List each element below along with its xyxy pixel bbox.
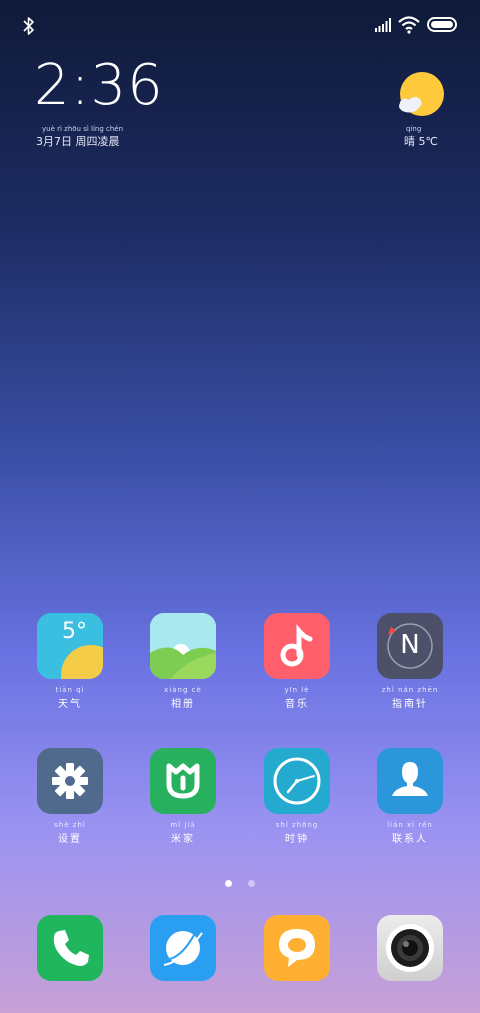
dock-browser[interactable] [137, 915, 229, 981]
weather-app-temp: 5° [62, 619, 87, 644]
app-mijia[interactable]: mǐ jiā 米家 [137, 748, 229, 845]
app-label: 时钟 [285, 834, 309, 845]
dock-messages[interactable] [251, 915, 343, 981]
clock-app-icon [264, 748, 330, 814]
date-pinyin: yuè rì zhōu sì líng chén [42, 125, 124, 133]
contacts-app-icon [377, 748, 443, 814]
app-label: 相册 [171, 699, 195, 710]
gallery-app-icon [150, 613, 216, 679]
settings-app-icon [37, 748, 103, 814]
app-settings[interactable]: shè zhì 设置 [24, 748, 116, 845]
clock-time[interactable]: 2:36 [34, 58, 164, 114]
app-clock[interactable]: shí zhōng 时钟 [251, 748, 343, 845]
app-label: 联系人 [392, 834, 428, 845]
app-gallery[interactable]: xiàng cè 相册 [137, 613, 229, 710]
app-pinyin: xiàng cè [164, 686, 202, 694]
browser-app-icon [150, 915, 216, 981]
sunny-weather-icon[interactable] [396, 70, 446, 120]
dock-camera[interactable] [364, 915, 456, 981]
phone-app-icon [37, 915, 103, 981]
app-pinyin: mǐ jiā [170, 821, 196, 829]
wifi-icon [398, 16, 420, 34]
page-dot-1[interactable] [225, 880, 233, 887]
compass-letter: N [400, 630, 420, 660]
camera-app-icon [377, 915, 443, 981]
mijia-app-icon [150, 748, 216, 814]
weather-condition: 晴 5℃ [404, 135, 438, 148]
weather-summary: qíng 晴 5℃ [404, 125, 438, 149]
messages-app-icon [264, 915, 330, 981]
app-pinyin: tiān qì [55, 686, 85, 694]
weather-app-icon: 5° [37, 613, 103, 679]
app-label: 音乐 [285, 699, 309, 710]
app-label: 米家 [171, 834, 195, 845]
weather-pinyin: qíng [406, 125, 422, 133]
music-app-icon [264, 613, 330, 679]
app-compass[interactable]: N zhǐ nán zhēn 指南针 [364, 613, 456, 710]
dock-phone[interactable] [24, 915, 116, 981]
app-pinyin: zhǐ nán zhēn [381, 686, 439, 694]
app-pinyin: shí zhōng [275, 821, 319, 829]
battery-icon [427, 17, 457, 32]
app-contacts[interactable]: lián xì rén 联系人 [364, 748, 456, 845]
app-label: 设置 [58, 834, 82, 845]
bluetooth-icon [23, 17, 34, 35]
date-text: 3月7日 周四凌晨 [36, 135, 120, 148]
page-dot-2[interactable] [247, 880, 255, 887]
app-pinyin: lián xì rén [387, 821, 433, 829]
app-label: 指南针 [392, 699, 428, 710]
app-pinyin: yīn lè [284, 686, 310, 694]
app-label: 天气 [58, 699, 82, 710]
app-pinyin: shè zhì [54, 821, 86, 829]
app-music[interactable]: yīn lè 音乐 [251, 613, 343, 710]
person-icon [392, 762, 428, 796]
status-bar [0, 0, 480, 50]
compass-app-icon: N [377, 613, 443, 679]
app-weather[interactable]: 5° tiān qì 天气 [24, 613, 116, 710]
page-indicator[interactable] [0, 872, 480, 891]
gear-icon [52, 763, 88, 799]
signal-icon [375, 18, 391, 32]
clock-date: yuè rì zhōu sì líng chén 3月7日 周四凌晨 [36, 125, 123, 149]
